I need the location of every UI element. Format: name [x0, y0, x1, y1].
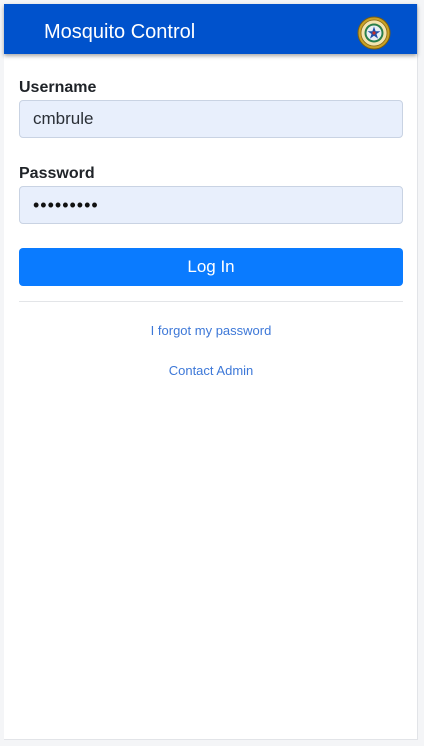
username-field[interactable]: cmbrule	[19, 100, 403, 138]
contact-admin-link[interactable]: Contact Admin	[19, 363, 403, 378]
forgot-password-link[interactable]: I forgot my password	[19, 323, 403, 338]
password-field[interactable]: •••••••••	[19, 186, 403, 224]
top-bar: Mosquito Control	[4, 4, 417, 54]
username-label: Username	[19, 79, 97, 96]
password-label: Password	[19, 165, 95, 182]
app-frame: Mosquito Control Username cmbrule Passwo…	[4, 4, 418, 740]
app-title: Mosquito Control	[44, 21, 196, 43]
divider	[19, 301, 403, 302]
county-seal-icon	[357, 16, 391, 50]
login-button[interactable]: Log In	[19, 248, 403, 286]
